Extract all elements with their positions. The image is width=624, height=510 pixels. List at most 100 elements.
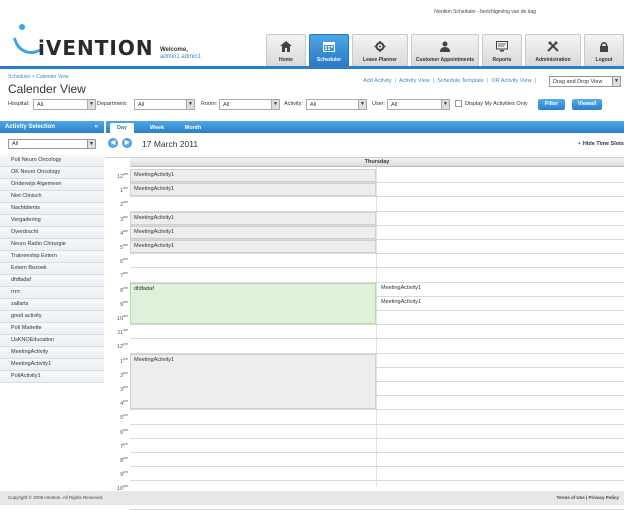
collapse-icon[interactable]: «: [95, 121, 98, 133]
day-header: Thursday: [130, 158, 624, 167]
calendar-event[interactable]: MeetingActivity1: [130, 353, 376, 410]
hour-label: 2am: [120, 200, 128, 209]
calendar-event[interactable]: MeetingActivity1: [130, 169, 376, 183]
sidebar-item[interactable]: Poli Mariette: [0, 323, 104, 335]
sidebar-item[interactable]: dfdfadaf: [0, 275, 104, 287]
sidebar-item[interactable]: OK Neuro Oncology: [0, 167, 104, 179]
tab-month[interactable]: Month: [176, 123, 210, 133]
sidebar-item[interactable]: good activity: [0, 311, 104, 323]
activity-type-select[interactable]: All ▼: [8, 139, 96, 149]
room-select[interactable]: All ▼: [219, 99, 280, 110]
title-row: Scheduler > Calender View Calender View …: [0, 72, 624, 96]
action-links: Add Activity | Activity View | Schedule Temp…: [363, 78, 536, 84]
calendar-event[interactable]: dfdfadaf: [130, 282, 376, 325]
hour-label: 7pm: [120, 441, 128, 450]
filter-button[interactable]: Filter: [538, 99, 565, 110]
nav-leave-planner[interactable]: Leave Planner: [352, 34, 408, 66]
sidebar-item[interactable]: Extern Bezoek: [0, 263, 104, 275]
person-icon: [440, 41, 450, 52]
calendar-event[interactable]: MeetingActivity1: [130, 240, 376, 254]
calendar-event[interactable]: MeetingActivity1: [378, 297, 624, 310]
sidebar-item[interactable]: UsKNOEducation: [0, 335, 104, 347]
sidebar-item[interactable]: Nachtdients: [0, 203, 104, 215]
or-activity-view-link[interactable]: OR Activity View: [491, 78, 531, 84]
header: iVENTION Welcome, admin1 admin1 Home Sch…: [0, 20, 624, 66]
user-select[interactable]: All ▼: [387, 99, 450, 110]
activity-filter: Activity: All ▼: [284, 99, 367, 110]
footer-links[interactable]: Terms of Use | Privacy Policy: [557, 491, 619, 505]
sidebar-item[interactable]: Niet Clinisch: [0, 191, 104, 203]
prev-day-button[interactable]: ◀: [108, 138, 118, 148]
hour-label: 4pm: [120, 399, 128, 408]
hour-gridline: [130, 267, 624, 269]
hospital-select[interactable]: All ▼: [33, 99, 96, 110]
hour-label: 6pm: [120, 427, 128, 436]
footer: Copyright © 2009 iVention. All Rights Re…: [0, 491, 624, 505]
next-day-button[interactable]: ▶: [122, 138, 132, 148]
nav-scheduler[interactable]: Scheduler: [309, 34, 349, 66]
hour-gridline: [130, 409, 624, 411]
my-activities-label: Display My Activities Only: [465, 101, 528, 107]
my-activities-checkbox[interactable]: [455, 100, 462, 107]
view-select[interactable]: Drag and Drop View ▼: [549, 76, 621, 87]
hide-time-slots[interactable]: + Hide Time Slots: [578, 141, 624, 147]
sidebar-item[interactable]: zallarts: [0, 299, 104, 311]
sidebar-item[interactable]: Onderwijs Algemeen: [0, 179, 104, 191]
sidebar-item[interactable]: Vergadering: [0, 215, 104, 227]
nav-label: Leave Planner: [363, 57, 397, 63]
welcome-label: Welcome,: [160, 47, 188, 53]
nav-logout[interactable]: Logout: [584, 34, 624, 66]
breadcrumb[interactable]: Scheduler > Calender View: [8, 74, 69, 80]
hour-label: 1am: [120, 186, 128, 195]
hour-label: 10am: [117, 314, 128, 322]
add-activity-link[interactable]: Add Activity: [363, 78, 391, 84]
sidebar-item[interactable]: MeetingActivity1: [0, 359, 104, 371]
hour-label: 4am: [120, 228, 128, 237]
department-select[interactable]: All ▼: [134, 99, 195, 110]
calendar-event[interactable]: MeetingActivity1: [130, 211, 376, 225]
hour-label: 5am: [120, 243, 128, 251]
hospital-filter: Hospital: All ▼: [8, 99, 96, 110]
viewall-button[interactable]: Viewall: [572, 99, 602, 110]
department-filter: Department: All ▼: [97, 99, 195, 110]
home-icon: [280, 41, 292, 52]
sidebar-item[interactable]: rrrrr: [0, 287, 104, 299]
activity-list: Poli Neuro Oncology OK Neuro Oncology Onde…: [0, 155, 104, 383]
logo: iVENTION: [8, 24, 153, 60]
sidebar-item[interactable]: MeetingActivity: [0, 347, 104, 359]
sidebar-item[interactable]: Overdracht: [0, 227, 104, 239]
sidebar-item[interactable]: PoliActivity1: [0, 371, 104, 383]
activity-view-link[interactable]: Activity View: [399, 78, 430, 84]
calendar-panel: Day Week Month ◀ ▶ 17 March 2011 + Hide T…: [106, 121, 624, 510]
nav-administration[interactable]: Administration: [525, 34, 581, 66]
calendar-event[interactable]: MeetingActivity1: [378, 283, 624, 296]
hour-gridline: [130, 338, 624, 340]
calendar-event[interactable]: MeetingActivity1: [130, 225, 376, 239]
calendar-event[interactable]: MeetingActivity1: [130, 183, 376, 197]
tab-week[interactable]: Week: [142, 123, 172, 133]
hour-label: 2pm: [120, 370, 128, 379]
chevron-down-icon: ▼: [186, 100, 194, 109]
sidebar-item[interactable]: Poli Neuro Oncology: [0, 155, 104, 167]
hide-time-slots-label: Hide Time Slots: [582, 141, 624, 147]
sidebar-header: Activity Selection «: [0, 121, 104, 133]
tab-day[interactable]: Day: [110, 123, 134, 133]
filter-label: Department:: [97, 101, 128, 107]
schedule-template-link[interactable]: Schedule Template: [437, 78, 484, 84]
logo-swoosh-icon: [12, 30, 42, 60]
nav-home[interactable]: Home: [266, 34, 306, 66]
nav-label: Logout: [595, 57, 613, 63]
hour-label: 8am: [120, 285, 128, 294]
welcome: Welcome, admin1 admin1: [160, 47, 201, 61]
hour-gridline: [130, 466, 624, 468]
welcome-user[interactable]: admin1 admin1: [160, 54, 201, 61]
date-bar: ◀ ▶ 17 March 2011 + Hide Time Slots: [106, 133, 624, 155]
logo-dot-icon: [19, 24, 25, 30]
sidebar-item[interactable]: Neuro Radio Chirurgie: [0, 239, 104, 251]
activity-select[interactable]: All ▼: [306, 99, 367, 110]
nav-reports[interactable]: Reports: [482, 34, 522, 66]
hour-gridline: [130, 423, 624, 425]
sidebar-item[interactable]: Traineeship Extern: [0, 251, 104, 263]
chevron-down-icon: ▼: [358, 100, 366, 109]
nav-customer-appointments[interactable]: Customer Appointments: [411, 34, 479, 66]
